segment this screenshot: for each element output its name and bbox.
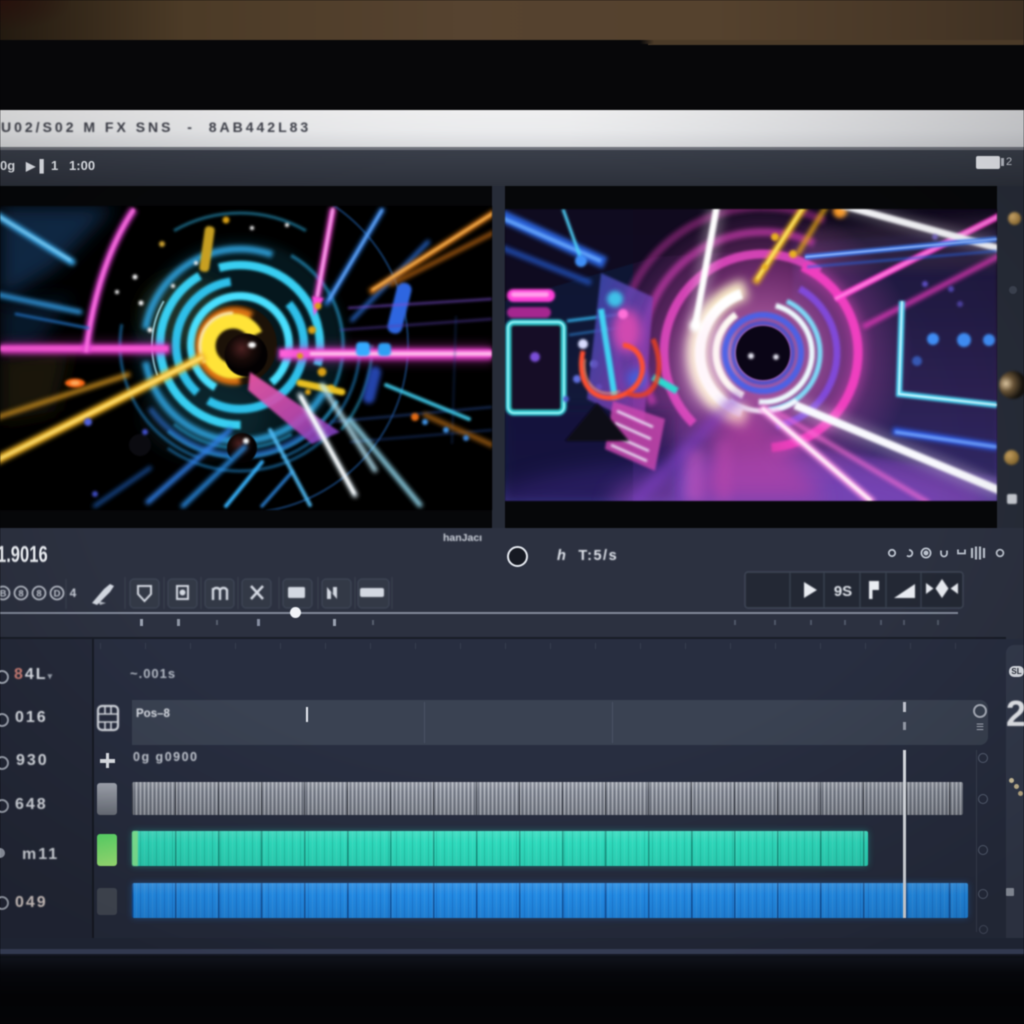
svg-text:8: 8	[18, 589, 23, 600]
svg-text:9S: 9S	[834, 583, 852, 600]
svg-text:B: B	[0, 589, 7, 600]
svg-text:8: 8	[36, 589, 41, 600]
svg-text:D: D	[54, 589, 61, 600]
svg-text:4: 4	[70, 586, 77, 600]
